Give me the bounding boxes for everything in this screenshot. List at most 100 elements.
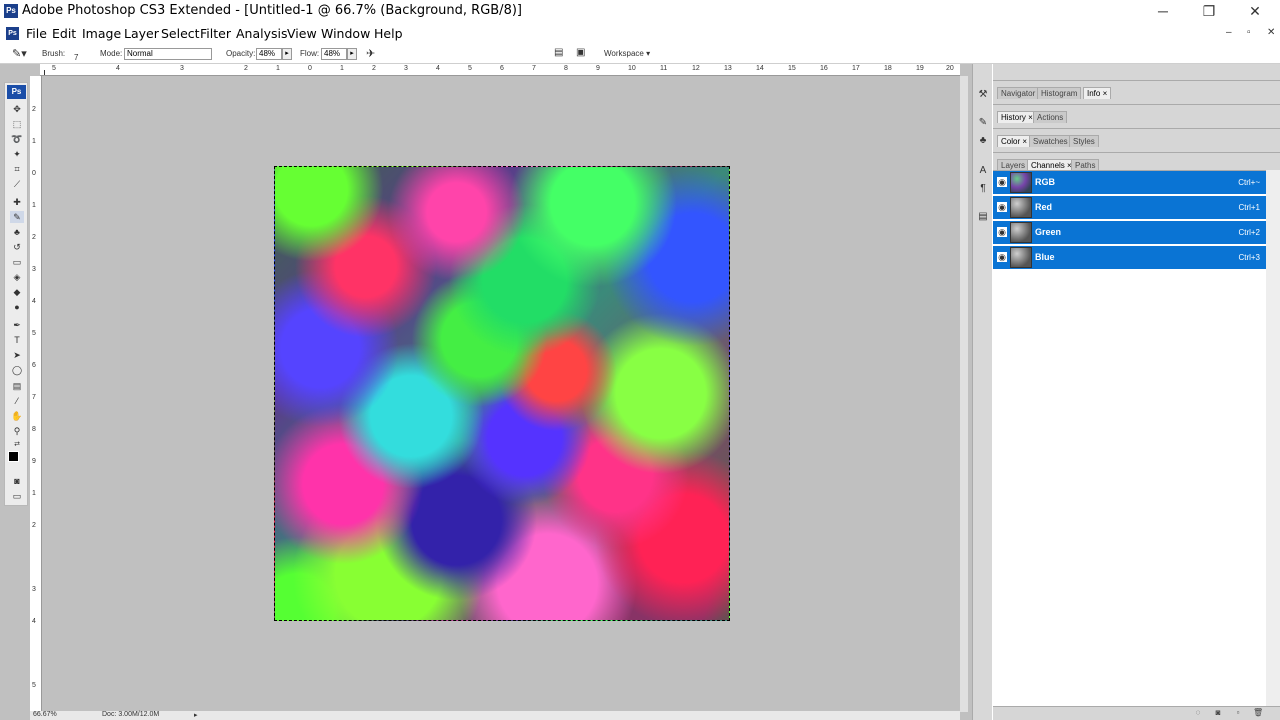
visibility-eye-icon[interactable]: ◉: [997, 177, 1007, 187]
shape-tool-icon[interactable]: ◯: [10, 364, 24, 376]
menu-file[interactable]: File: [26, 26, 47, 41]
menu-filter[interactable]: Filter: [200, 26, 231, 41]
clone-source-icon[interactable]: ♣: [976, 134, 990, 148]
ruler-label: 2: [244, 65, 248, 72]
load-selection-icon[interactable]: ◌: [1193, 708, 1203, 718]
panel-scrollbar[interactable]: [1266, 170, 1280, 706]
workspace-button[interactable]: Workspace ▾: [604, 49, 650, 58]
dodge-tool-icon[interactable]: ●: [10, 301, 24, 313]
doc-restore-button[interactable]: ▫: [1247, 27, 1251, 38]
save-selection-icon[interactable]: ◙: [1213, 708, 1223, 718]
eraser-tool-icon[interactable]: ▭: [10, 256, 24, 268]
ruler-label: 12: [692, 65, 700, 72]
restore-button[interactable]: ❐: [1186, 0, 1232, 24]
visibility-eye-icon[interactable]: ◉: [997, 202, 1007, 212]
tool-presets-icon[interactable]: ⚒: [976, 88, 990, 102]
tab-info[interactable]: Info ×: [1083, 87, 1112, 99]
quick-mask-icon[interactable]: ◙: [10, 475, 24, 487]
tab-swatches[interactable]: Swatches: [1029, 135, 1072, 147]
opacity-slider-button[interactable]: ▸: [282, 48, 292, 60]
lasso-tool-icon[interactable]: ➰: [10, 133, 24, 145]
channel-thumbnail: [1010, 222, 1032, 243]
menu-analysis[interactable]: Analysis: [236, 26, 288, 41]
new-channel-icon[interactable]: ▫: [1233, 708, 1243, 718]
mode-select[interactable]: Normal: [124, 48, 212, 60]
history-brush-tool-icon[interactable]: ↺: [10, 241, 24, 253]
visibility-eye-icon[interactable]: ◉: [997, 227, 1007, 237]
delete-channel-icon[interactable]: 🗑: [1253, 708, 1263, 718]
tab-history[interactable]: History ×: [997, 111, 1037, 123]
brushes-icon[interactable]: ✎: [976, 116, 990, 130]
toolbox: Ps ✥ ⬚ ➰ ✦ ⌗ ⟋ ✚ ✎ ♣ ↺ ▭ ◈ ◆ ● ✒ T ➤ ◯ ▤…: [4, 82, 28, 506]
palette-well-icon[interactable]: ▤: [554, 47, 563, 58]
slice-tool-icon[interactable]: ⟋: [10, 178, 24, 190]
clone-stamp-tool-icon[interactable]: ♣: [10, 226, 24, 238]
notes-tool-icon[interactable]: ▤: [10, 380, 24, 392]
mode-label: Mode:: [100, 49, 123, 58]
brush-tool-icon[interactable]: ✎: [10, 211, 24, 223]
path-selection-tool-icon[interactable]: ➤: [10, 349, 24, 361]
menu-view[interactable]: View: [287, 26, 317, 41]
close-button[interactable]: ✕: [1232, 0, 1278, 24]
hand-tool-icon[interactable]: ✋: [10, 410, 24, 422]
document-canvas[interactable]: [274, 166, 730, 621]
ruler-label: 1: [32, 490, 36, 497]
magic-wand-tool-icon[interactable]: ✦: [10, 148, 24, 160]
tab-navigator[interactable]: Navigator: [997, 87, 1040, 99]
visibility-eye-icon[interactable]: ◉: [997, 252, 1007, 262]
vertical-scrollbar[interactable]: [960, 76, 968, 712]
brush-tool-icon[interactable]: ✎▾: [12, 47, 27, 60]
brush-label: Brush:: [42, 49, 66, 58]
flow-input[interactable]: 48%: [321, 48, 347, 60]
tab-actions[interactable]: Actions: [1033, 111, 1068, 123]
blur-tool-icon[interactable]: ◆: [10, 286, 24, 298]
ruler-label: 1: [340, 65, 344, 72]
menu-window[interactable]: Window: [321, 26, 370, 41]
menu-edit[interactable]: Edit: [52, 26, 76, 41]
panel-group-color: Color × Swatches Styles: [993, 128, 1280, 152]
tab-styles[interactable]: Styles: [1069, 135, 1099, 147]
screen-mode-icon[interactable]: ▭: [10, 490, 24, 502]
swap-colors-icon[interactable]: ⇄: [10, 439, 24, 451]
collapsed-panel-strip: ⚒ ✎ ♣ A ¶ ▤: [972, 64, 992, 720]
status-bar: 66.67% Doc: 3.00M/12.0M ▸: [30, 711, 960, 720]
ruler-label: 10: [628, 65, 636, 72]
marquee-tool-icon[interactable]: ⬚: [10, 118, 24, 130]
flow-slider-button[interactable]: ▸: [347, 48, 357, 60]
channel-shortcut: Ctrl+1: [1238, 203, 1260, 212]
bridge-icon[interactable]: ▣: [576, 47, 585, 58]
menu-select[interactable]: Select: [161, 26, 200, 41]
menu-help[interactable]: Help: [374, 26, 403, 41]
doc-close-button[interactable]: ✕: [1267, 27, 1275, 38]
type-tool-icon[interactable]: T: [10, 334, 24, 346]
channel-row-blue[interactable]: ◉ Blue Ctrl+3: [993, 246, 1266, 270]
menu-layer[interactable]: Layer: [124, 26, 159, 41]
brush-size[interactable]: 7: [74, 53, 78, 62]
pen-tool-icon[interactable]: ✒: [10, 319, 24, 331]
document-icon[interactable]: Ps: [6, 27, 19, 40]
ruler-label: 2: [372, 65, 376, 72]
move-tool-icon[interactable]: ✥: [10, 103, 24, 115]
layer-comps-icon[interactable]: ▤: [976, 210, 990, 224]
healing-brush-tool-icon[interactable]: ✚: [10, 196, 24, 208]
foreground-color-swatch[interactable]: [8, 451, 19, 462]
channel-row-green[interactable]: ◉ Green Ctrl+2: [993, 221, 1266, 245]
ruler-label: 9: [596, 65, 600, 72]
character-icon[interactable]: A: [976, 164, 990, 178]
channel-row-red[interactable]: ◉ Red Ctrl+1: [993, 196, 1266, 220]
crop-tool-icon[interactable]: ⌗: [10, 163, 24, 175]
tab-color[interactable]: Color ×: [997, 135, 1032, 147]
opacity-input[interactable]: 48%: [256, 48, 282, 60]
tab-histogram[interactable]: Histogram: [1037, 87, 1082, 99]
menu-image[interactable]: Image: [82, 26, 121, 41]
paint-bucket-tool-icon[interactable]: ◈: [10, 271, 24, 283]
paragraph-icon[interactable]: ¶: [976, 182, 990, 196]
eyedropper-tool-icon[interactable]: ⁄: [10, 395, 24, 407]
status-menu-arrow-icon[interactable]: ▸: [194, 711, 198, 719]
zoom-level[interactable]: 66.67%: [33, 711, 57, 718]
minimize-button[interactable]: ─: [1140, 0, 1186, 24]
zoom-tool-icon[interactable]: ⚲: [10, 425, 24, 437]
airbrush-icon[interactable]: ✈: [366, 47, 375, 60]
doc-minimize-button[interactable]: –: [1226, 27, 1232, 38]
channel-row-rgb[interactable]: ◉ RGB Ctrl+~: [993, 171, 1266, 195]
